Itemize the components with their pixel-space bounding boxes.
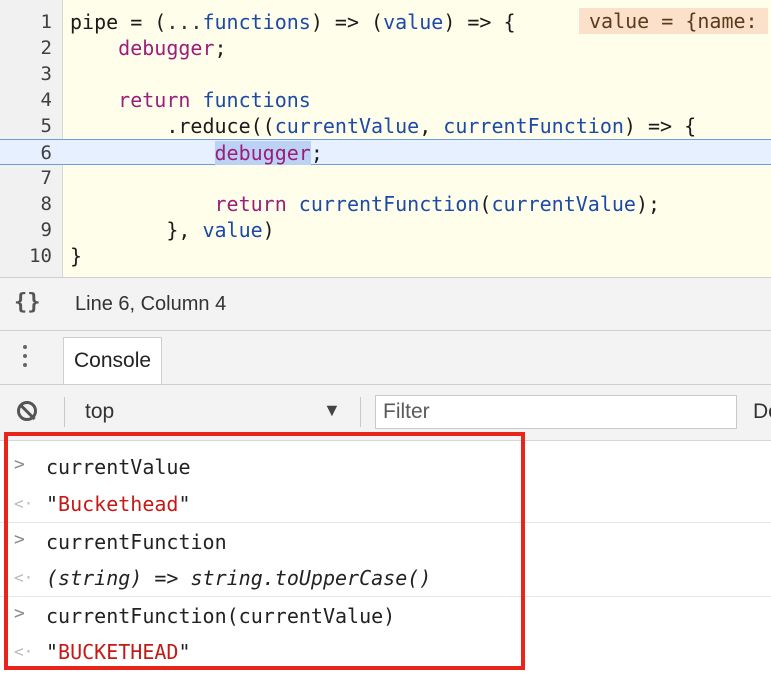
- quote-mark: ": [46, 640, 59, 664]
- quote-mark: ": [46, 492, 59, 516]
- console-result-text: "Buckethead": [46, 491, 191, 517]
- code-text: }, value): [70, 217, 275, 243]
- console-input-text: currentFunction: [46, 530, 227, 554]
- quote-mark: ": [178, 492, 191, 516]
- input-prompt-chevron-icon: >: [14, 529, 25, 550]
- console-result-row[interactable]: <· "Buckethead": [0, 485, 771, 522]
- toolbar-divider: [64, 397, 65, 427]
- code-token: currentValue: [274, 114, 420, 138]
- code-editor[interactable]: 1 pipe = (...functions) => (value) => { …: [0, 0, 771, 277]
- line-number[interactable]: 8: [0, 191, 52, 217]
- arrow-operator: =>: [142, 566, 191, 590]
- line-number[interactable]: 2: [0, 35, 52, 61]
- filter-input[interactable]: [375, 395, 737, 429]
- function-signature: (string): [46, 566, 143, 590]
- line-number[interactable]: 9: [0, 217, 52, 243]
- input-prompt-chevron-icon: >: [14, 454, 25, 475]
- code-token: }: [70, 244, 83, 268]
- code-line-3[interactable]: 3: [0, 61, 771, 87]
- result-arrow-icon: <·: [14, 494, 34, 513]
- code-text: debugger;: [70, 140, 323, 166]
- toolbar-divider: [360, 397, 361, 427]
- quote-mark: ": [178, 640, 191, 664]
- code-line-4[interactable]: 4 return functions: [0, 87, 771, 113]
- code-token: (: [479, 192, 492, 216]
- result-arrow-icon: <·: [14, 568, 34, 587]
- inline-value-preview[interactable]: value = {name:: [579, 8, 768, 34]
- line-number[interactable]: 6: [0, 140, 52, 166]
- cursor-position: Line 6, Column 4: [75, 293, 227, 315]
- code-token: value: [202, 218, 263, 242]
- code-token: ) => {: [443, 10, 516, 34]
- pretty-print-braces-icon[interactable]: {}: [14, 290, 41, 315]
- code-line-8[interactable]: 8 return currentFunction(currentValue);: [0, 191, 771, 217]
- code-text: .reduce((currentValue, currentFunction) …: [70, 113, 696, 139]
- code-text: }: [70, 243, 82, 269]
- code-text: return functions: [70, 87, 311, 113]
- code-token: functions: [202, 10, 311, 34]
- console-input-row[interactable]: > currentValue: [0, 448, 771, 485]
- string-value: Buckethead: [58, 492, 179, 516]
- code-token: ;: [214, 36, 227, 60]
- console-input-text: currentFunction(currentValue): [46, 604, 396, 628]
- code-text: return currentFunction(currentValue);: [70, 191, 661, 217]
- code-token: },: [166, 218, 203, 242]
- more-options-icon[interactable]: [22, 345, 28, 371]
- result-arrow-icon: <·: [14, 642, 34, 661]
- code-token: currentFunction: [298, 192, 480, 216]
- code-token: );: [635, 192, 661, 216]
- code-token: return: [118, 88, 191, 112]
- input-prompt-chevron-icon: >: [14, 603, 25, 624]
- code-token: return: [214, 192, 287, 216]
- code-token: ) => {: [623, 114, 697, 138]
- code-token: value: [383, 10, 444, 34]
- code-token: .reduce((: [166, 114, 275, 138]
- code-token: ) => (: [310, 10, 384, 34]
- line-number[interactable]: 3: [0, 61, 52, 87]
- execution-context-select[interactable]: top: [85, 400, 114, 424]
- string-value: BUCKETHEAD: [58, 640, 179, 664]
- code-line-7[interactable]: 7: [0, 165, 771, 191]
- code-token: ;: [310, 141, 323, 165]
- console-input-row[interactable]: > currentFunction: [0, 522, 771, 560]
- code-token: ): [262, 218, 275, 242]
- log-levels-dropdown[interactable]: De: [753, 400, 771, 424]
- code-text: pipe = (...functions) => (value) => {: [70, 9, 516, 35]
- code-token: ,: [419, 114, 444, 138]
- clear-console-icon[interactable]: [17, 401, 37, 421]
- drawer-tab-bar: Console: [0, 331, 771, 385]
- console-input-text: currentValue: [46, 455, 191, 479]
- code-line-10[interactable]: 10 }: [0, 243, 771, 269]
- function-body: string.toUpperCase(): [190, 566, 432, 590]
- console-result-row[interactable]: <· (string) => string.toUpperCase(): [0, 559, 771, 596]
- tab-console[interactable]: Console: [63, 337, 163, 384]
- line-number[interactable]: 4: [0, 87, 52, 113]
- code-token: = (: [118, 10, 167, 34]
- code-text: debugger;: [70, 35, 227, 61]
- dropdown-triangle-icon[interactable]: ▼: [323, 400, 341, 421]
- console-result-text: (string) => string.toUpperCase(): [46, 565, 431, 591]
- line-number[interactable]: 7: [0, 165, 52, 191]
- console-input-row[interactable]: > currentFunction(currentValue): [0, 596, 771, 634]
- paused-debugger-statement: debugger: [214, 141, 311, 165]
- code-token: currentValue: [491, 192, 636, 216]
- line-number[interactable]: 1: [0, 9, 52, 35]
- code-line-6-execution[interactable]: 6 debugger;: [0, 139, 771, 165]
- console-toolbar: top ▼ De: [0, 385, 771, 441]
- console-result-row[interactable]: <· "BUCKETHEAD": [0, 633, 771, 670]
- code-token: pipe: [70, 10, 119, 34]
- console-result-text: "BUCKETHEAD": [46, 639, 191, 665]
- code-line-2[interactable]: 2 debugger;: [0, 35, 771, 61]
- line-number[interactable]: 10: [0, 243, 52, 269]
- console-messages[interactable]: > currentValue <· "Buckethead" > current…: [0, 441, 771, 673]
- code-token: functions: [202, 88, 311, 112]
- code-line-9[interactable]: 9 }, value): [0, 217, 771, 243]
- code-line-5[interactable]: 5 .reduce((currentValue, currentFunction…: [0, 113, 771, 139]
- line-number[interactable]: 5: [0, 113, 52, 139]
- code-token: currentFunction: [443, 114, 624, 138]
- code-token: debugger: [118, 36, 215, 60]
- editor-status-bar: {} Line 6, Column 4: [0, 277, 771, 331]
- code-token: ...: [166, 10, 203, 34]
